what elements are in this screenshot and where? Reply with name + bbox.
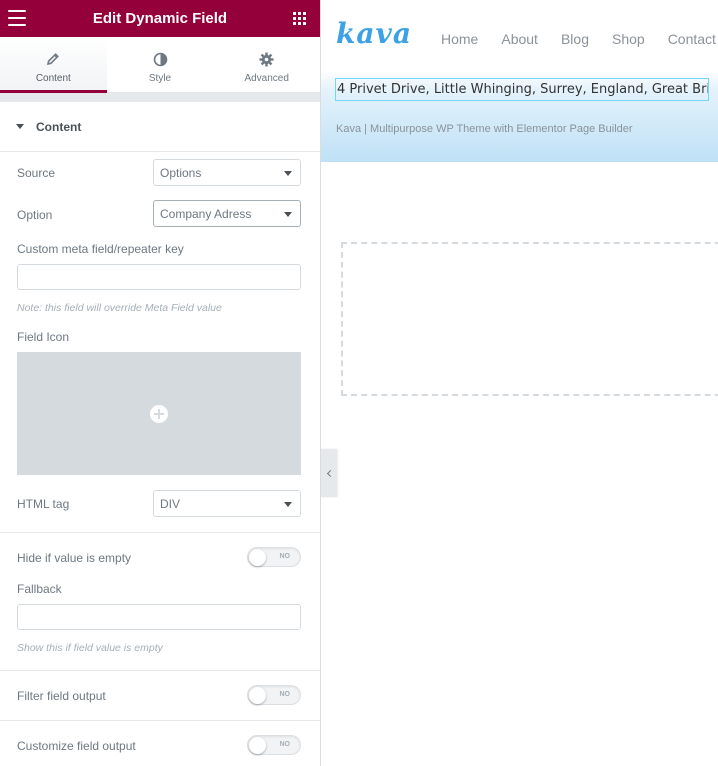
nav-item-home[interactable]: Home <box>441 31 478 47</box>
html-tag-label: HTML tag <box>17 497 70 511</box>
switch-state: NO <box>279 691 291 698</box>
tab-style[interactable]: Style <box>107 37 214 92</box>
source-select[interactable]: Options <box>153 159 301 186</box>
customize-output-switch[interactable]: NO <box>247 735 301 755</box>
caret-down-icon <box>16 124 24 129</box>
divider <box>0 532 320 533</box>
tab-label: Style <box>148 73 172 84</box>
option-select-value: Company Adress <box>160 206 252 221</box>
nav-item-about[interactable]: About <box>501 31 538 47</box>
page-preview: kava Home About Blog Shop Contact 4 Priv… <box>321 0 718 766</box>
collapse-panel-button[interactable] <box>321 449 337 497</box>
custom-meta-label: Custom meta field/repeater key <box>17 242 184 256</box>
switch-knob <box>249 737 266 754</box>
hide-empty-label: Hide if value is empty <box>17 551 132 565</box>
panel-title: Edit Dynamic Field <box>92 10 228 27</box>
tab-advanced[interactable]: Advanced <box>213 37 320 92</box>
custom-meta-input[interactable] <box>17 264 301 290</box>
menu-icon[interactable] <box>8 10 26 26</box>
chevron-down-icon <box>284 502 292 507</box>
dynamic-field-address[interactable]: 4 Privet Drive, Little Whinging, Surrey,… <box>335 78 709 101</box>
switch-knob <box>249 687 266 704</box>
option-label: Option <box>17 208 53 222</box>
tab-content[interactable]: Content <box>0 37 107 93</box>
chevron-down-icon <box>284 212 292 217</box>
add-icon <box>150 404 168 423</box>
divider <box>0 720 320 721</box>
panel-divider <box>0 93 320 102</box>
site-tagline: Kava | Multipurpose WP Theme with Elemen… <box>336 123 633 135</box>
contrast-icon <box>152 51 168 67</box>
switch-knob <box>249 549 266 566</box>
pencil-icon <box>45 51 61 67</box>
customize-output-label: Customize field output <box>17 739 136 753</box>
panel-header: Edit Dynamic Field <box>0 0 320 37</box>
editor-panel: Edit Dynamic Field Content Style Advance… <box>0 0 321 766</box>
gear-icon <box>259 51 275 67</box>
hide-empty-switch[interactable]: NO <box>247 547 301 567</box>
panel-tabs: Content Style Advanced <box>0 37 320 93</box>
filter-output-label: Filter field output <box>17 689 106 703</box>
nav-item-blog[interactable]: Blog <box>561 31 589 47</box>
fallback-input[interactable] <box>17 604 301 630</box>
html-tag-select-value: DIV <box>160 496 181 511</box>
section-toggle-content[interactable]: Content <box>0 102 320 152</box>
site-logo[interactable]: kava <box>336 17 412 50</box>
nav-item-contact[interactable]: Contact <box>668 31 716 47</box>
field-icon-label: Field Icon <box>17 330 70 344</box>
switch-state: NO <box>279 553 291 560</box>
chevron-left-icon <box>326 469 334 477</box>
switch-state: NO <box>279 741 291 748</box>
option-select[interactable]: Company Adress <box>153 200 301 227</box>
section-title: Content <box>36 119 82 134</box>
tab-label: Advanced <box>244 73 289 84</box>
fallback-note: Show this if field value is empty <box>17 642 163 654</box>
nav-item-shop[interactable]: Shop <box>612 31 645 47</box>
site-nav: Home About Blog Shop Contact <box>441 31 718 47</box>
chevron-down-icon <box>284 171 292 176</box>
widgets-grid-icon[interactable] <box>293 12 306 25</box>
field-icon-picker[interactable] <box>17 352 301 475</box>
divider <box>0 670 320 671</box>
source-select-value: Options <box>160 165 202 180</box>
source-label: Source <box>17 166 56 180</box>
html-tag-select[interactable]: DIV <box>153 490 301 517</box>
site-header: kava Home About Blog Shop Contact 4 Priv… <box>321 0 718 162</box>
widget-dropzone[interactable] <box>341 242 718 396</box>
tab-label: Content <box>35 73 71 84</box>
filter-output-switch[interactable]: NO <box>247 685 301 705</box>
fallback-label: Fallback <box>17 582 62 596</box>
custom-meta-note: Note: this field will override Meta Fiel… <box>17 302 222 314</box>
